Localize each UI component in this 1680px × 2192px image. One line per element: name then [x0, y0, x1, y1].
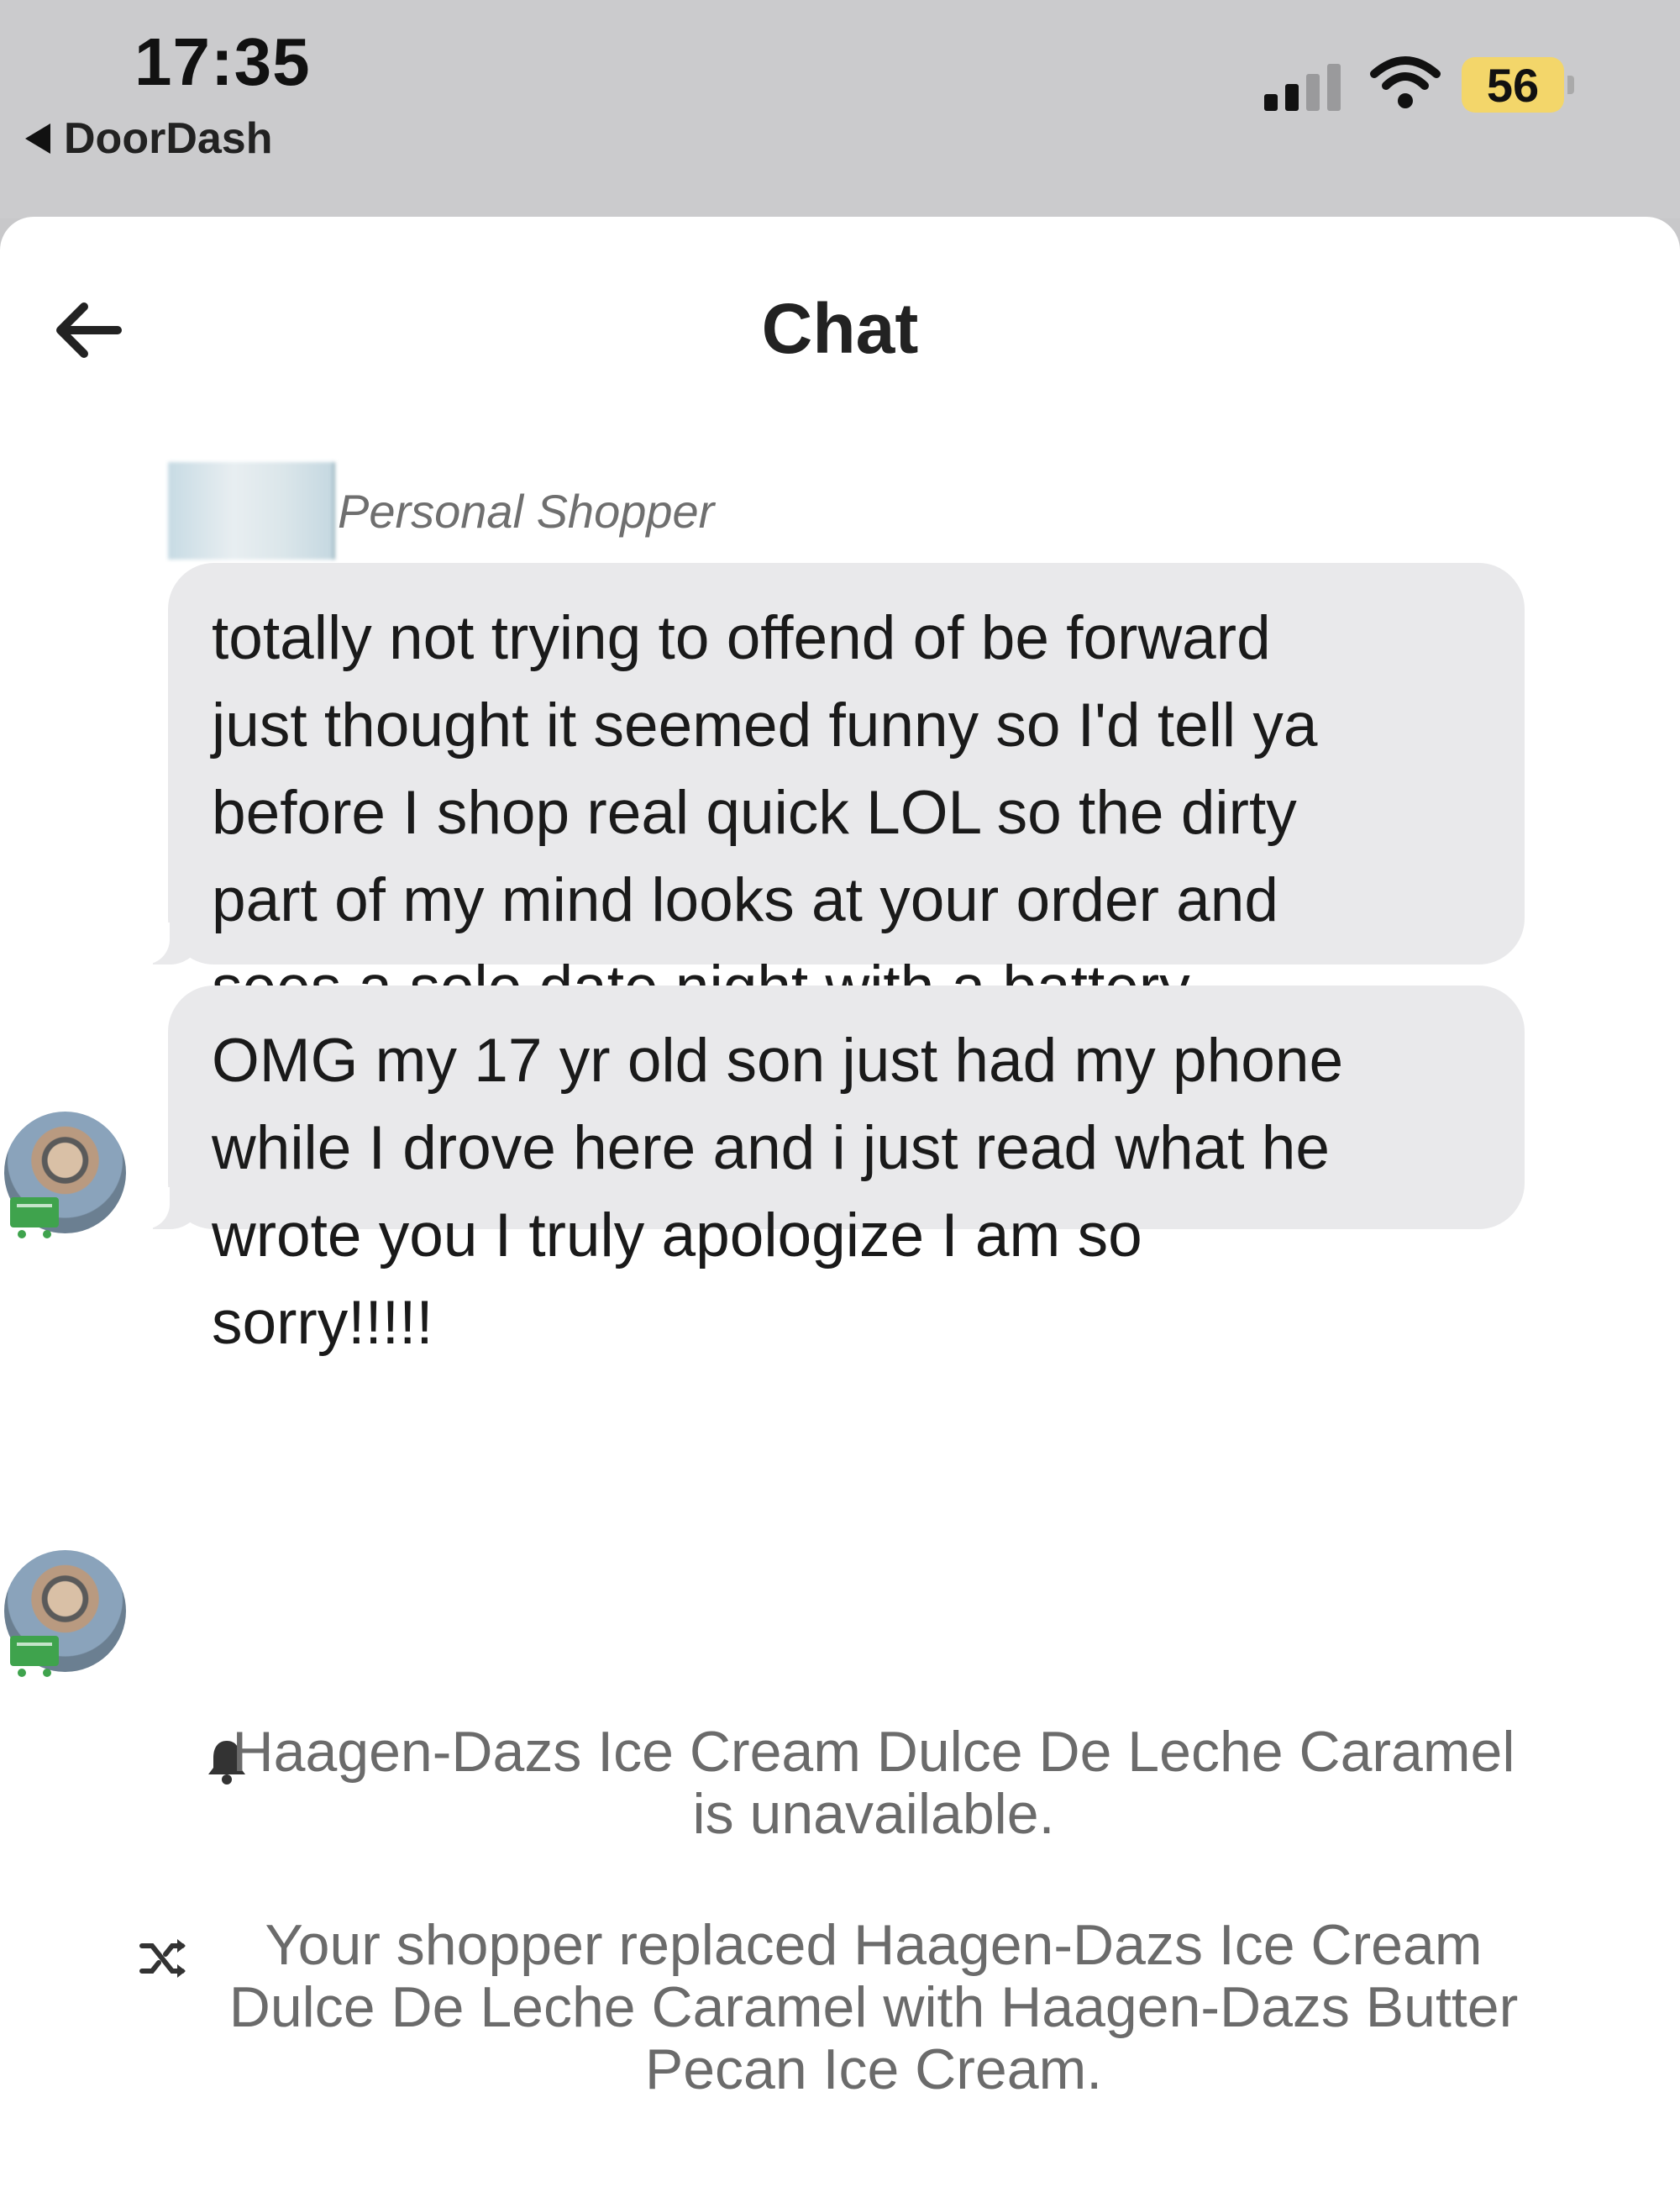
- page-title: Chat: [761, 289, 919, 368]
- message-text: OMG my 17 yr old son just had my phone w…: [212, 1027, 1344, 1357]
- bubble-tail: [136, 1187, 203, 1229]
- cart-badge-icon: [10, 1636, 59, 1677]
- back-to-app-link[interactable]: DoorDash: [25, 113, 272, 164]
- chat-sheet: Chat Personal Shopper totally not trying…: [0, 217, 1680, 2192]
- status-time: 17:35: [134, 24, 311, 99]
- system-message-text: Your shopper replaced Haagen-Dazs Ice Cr…: [228, 1913, 1519, 2101]
- bubble-tail: [136, 923, 203, 965]
- message-bubble: OMG my 17 yr old son just had my phone w…: [136, 986, 1525, 1357]
- battery-icon: 56: [1462, 57, 1564, 113]
- sender-role-label: Personal Shopper: [338, 485, 715, 538]
- system-message-text: Haagen-Dazs Ice Cream Dulce De Leche Car…: [232, 1720, 1515, 1846]
- battery-level: 56: [1486, 58, 1540, 112]
- shuffle-icon: [139, 1939, 186, 1978]
- cart-badge-icon: [10, 1197, 59, 1238]
- message-bubble: totally not trying to offend of be forwa…: [136, 563, 1525, 1196]
- back-triangle-icon: [25, 124, 50, 154]
- wifi-icon: [1369, 52, 1441, 115]
- status-bar: 17:35 DoorDash 56: [0, 0, 1680, 218]
- sender-name-redacted: [168, 462, 335, 560]
- signal-icon: [1264, 60, 1341, 111]
- back-app-label: DoorDash: [64, 114, 273, 163]
- battery-nub: [1567, 76, 1574, 94]
